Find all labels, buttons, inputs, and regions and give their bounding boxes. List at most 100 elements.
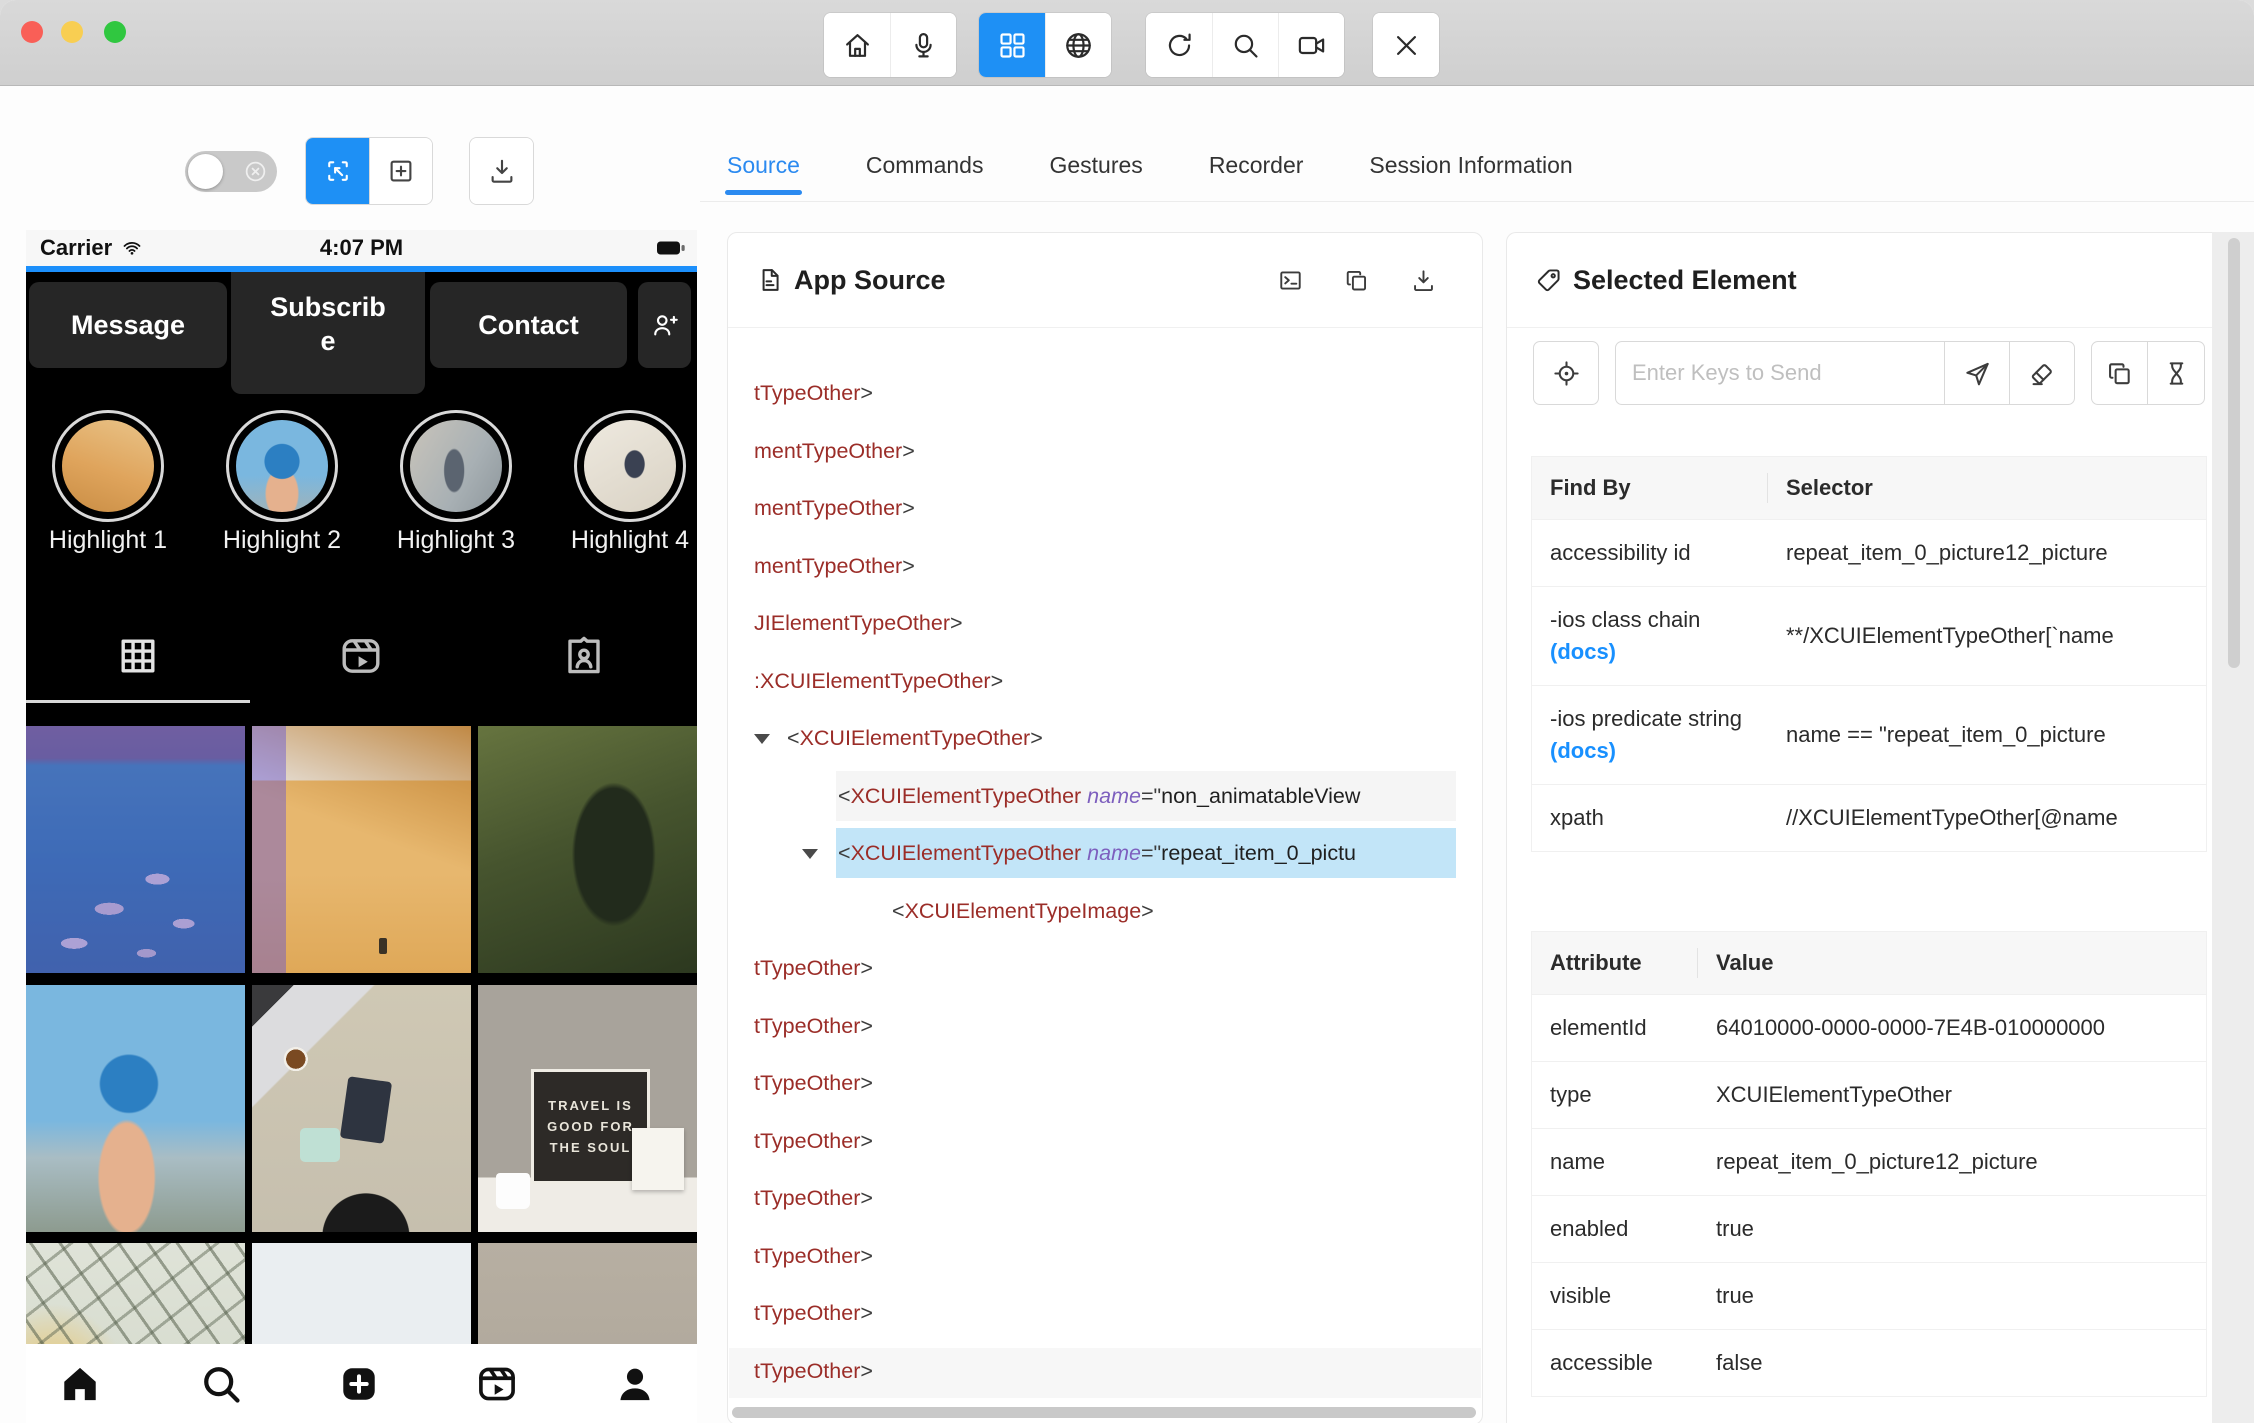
active-tab-underline [26, 700, 250, 703]
download-icon[interactable] [1410, 267, 1437, 294]
download-screenshot-button[interactable] [470, 138, 533, 204]
microphone-button[interactable] [890, 13, 956, 77]
nav-profile-icon[interactable] [612, 1361, 658, 1407]
refresh-button[interactable] [1146, 13, 1212, 77]
source-tree-row[interactable]: mentTypeOther> [728, 543, 1482, 589]
profile-tab-grid[interactable] [114, 632, 162, 680]
source-tree-row[interactable]: tTypeOther> [728, 1003, 1482, 1049]
send-keys-input[interactable] [1615, 341, 1945, 405]
terminal-icon[interactable] [1277, 267, 1304, 294]
toggle-knob [188, 154, 223, 189]
attribute-cell: type [1531, 1061, 1698, 1129]
profile-tab-reels[interactable] [337, 632, 385, 680]
wait-hourglass-button[interactable] [2147, 341, 2205, 405]
source-tree-row[interactable]: tTypeOther> [728, 370, 1482, 416]
grid-photo-7[interactable] [26, 1243, 245, 1344]
selector-cell: **/XCUIElementTypeOther[`name [1768, 586, 2207, 686]
story-highlight[interactable]: Highlight 4 [571, 410, 689, 554]
source-row-text: tTypeOther> [754, 1243, 873, 1268]
screen-record-button[interactable] [1278, 13, 1344, 77]
expand-arrow-icon[interactable] [802, 849, 818, 859]
web-button[interactable] [1045, 13, 1111, 77]
source-tree-row[interactable]: <XCUIElementTypeOther name="non_animatab… [728, 770, 1482, 821]
apps-grid-button[interactable] [979, 13, 1045, 77]
tab-recorder[interactable]: Recorder [1209, 152, 1304, 179]
select-cursor-icon [323, 156, 353, 186]
copy-icon[interactable] [1343, 267, 1370, 294]
element-highlight-overlay [252, 726, 286, 973]
phone-app-screen[interactable]: Message Subscribe Contact Highlight 1 Highli… [26, 272, 697, 1344]
highlight-ring [52, 410, 164, 522]
traffic-light-minimize-button[interactable] [61, 21, 83, 43]
source-tree-row[interactable]: <XCUIElementTypeImage> [728, 888, 1482, 934]
grid-photo-4[interactable] [26, 985, 245, 1232]
nav-search-icon[interactable] [198, 1361, 244, 1407]
nav-create-icon[interactable] [336, 1361, 382, 1407]
source-row-text: tTypeOther> [754, 1186, 873, 1210]
grid-photo-1[interactable] [26, 726, 245, 973]
message-button[interactable]: Message [29, 282, 227, 368]
grid-photo-3[interactable] [478, 726, 697, 973]
source-tree-row[interactable]: :XCUIElementTypeOther> [728, 658, 1482, 704]
nav-home-icon[interactable] [57, 1361, 103, 1407]
search-button[interactable] [1212, 13, 1278, 77]
contact-button[interactable]: Contact [430, 282, 627, 368]
nav-reels-icon[interactable] [474, 1361, 520, 1407]
device-screenshot-mirror[interactable]: Carrier 4:07 PM Message Subscribe Contact H… [26, 230, 697, 1423]
source-tree-row[interactable]: <XCUIElementTypeOther name="repeat_item_… [728, 828, 1482, 878]
source-tree-row[interactable]: <XCUIElementTypeOther> [728, 715, 1482, 761]
subscribe-button[interactable]: Subscribe [231, 272, 425, 394]
table-row: visible true [1531, 1262, 2207, 1330]
table-row: accessible false [1531, 1329, 2207, 1397]
grid-photo-8[interactable] [252, 1243, 471, 1344]
selector-cell: repeat_item_0_picture12_picture [1768, 519, 2207, 587]
grid-photo-2[interactable] [252, 726, 471, 973]
traffic-light-close-button[interactable] [21, 21, 43, 43]
source-tree-row[interactable]: tTypeOther> [728, 1347, 1482, 1398]
grid-photo-5[interactable] [252, 985, 471, 1232]
horizontal-scrollbar[interactable] [732, 1407, 1476, 1418]
hovered-row-highlight: <XCUIElementTypeOther name="non_animatab… [836, 770, 1456, 821]
tab-gestures[interactable]: Gestures [1049, 152, 1142, 179]
send-keys-button[interactable] [1944, 341, 2010, 405]
source-tree-row[interactable]: tTypeOther> [728, 1118, 1482, 1164]
expand-arrow-icon[interactable] [754, 734, 770, 744]
profile-tab-tagged[interactable] [560, 632, 608, 680]
tap-by-coordinates-button[interactable] [369, 138, 432, 204]
home-button[interactable] [824, 13, 890, 77]
phone-bottom-nav [26, 1344, 697, 1423]
traffic-light-zoom-button[interactable] [104, 21, 126, 43]
refresh-icon [1164, 30, 1195, 61]
story-highlight[interactable]: Highlight 1 [49, 410, 167, 554]
vertical-scrollbar[interactable] [2228, 238, 2240, 668]
source-tree-row[interactable]: tTypeOther> [728, 1060, 1482, 1106]
source-tree-row[interactable]: tTypeOther> [728, 1175, 1482, 1221]
tab-commands[interactable]: Commands [866, 152, 984, 179]
copy-attributes-button[interactable] [2091, 341, 2148, 405]
find-by-cell: -ios predicate string (docs) [1531, 685, 1768, 785]
grid-photo-9[interactable] [478, 1243, 697, 1344]
story-highlight[interactable]: Highlight 2 [223, 410, 341, 554]
grid-photo-6[interactable]: TRAVEL IS GOOD FOR THE SOUL [478, 985, 697, 1232]
tab-session-information[interactable]: Session Information [1369, 152, 1572, 179]
docs-link[interactable]: (docs) [1550, 639, 1750, 665]
tab-source[interactable]: Source [725, 152, 802, 195]
value-cell: 64010000-0000-0000-7E4B-010000000 [1698, 994, 2207, 1062]
source-tree-row[interactable]: JIElementTypeOther> [728, 600, 1482, 646]
source-tree-row[interactable]: tTypeOther> [728, 1290, 1482, 1336]
source-tree-row[interactable]: mentTypeOther> [728, 485, 1482, 531]
locate-element-button[interactable] [1533, 341, 1599, 405]
tag-icon [1535, 266, 1563, 294]
docs-link[interactable]: (docs) [1550, 738, 1750, 764]
find-by-table: Find By Selector accessibility id repeat_it… [1531, 456, 2207, 852]
source-tree-row[interactable]: mentTypeOther> [728, 428, 1482, 474]
source-tree-row[interactable]: tTypeOther> [728, 1233, 1482, 1279]
source-tree-row[interactable]: tTypeOther> [728, 945, 1482, 991]
story-highlight[interactable]: Highlight 3 [397, 410, 515, 554]
tabs-divider [700, 201, 2254, 202]
clear-keys-button[interactable] [2009, 341, 2075, 405]
screenshot-highlighter-toggle[interactable] [185, 151, 277, 192]
select-elements-button[interactable] [306, 138, 369, 204]
close-session-button[interactable] [1373, 13, 1439, 77]
person-add-button[interactable] [638, 282, 691, 368]
